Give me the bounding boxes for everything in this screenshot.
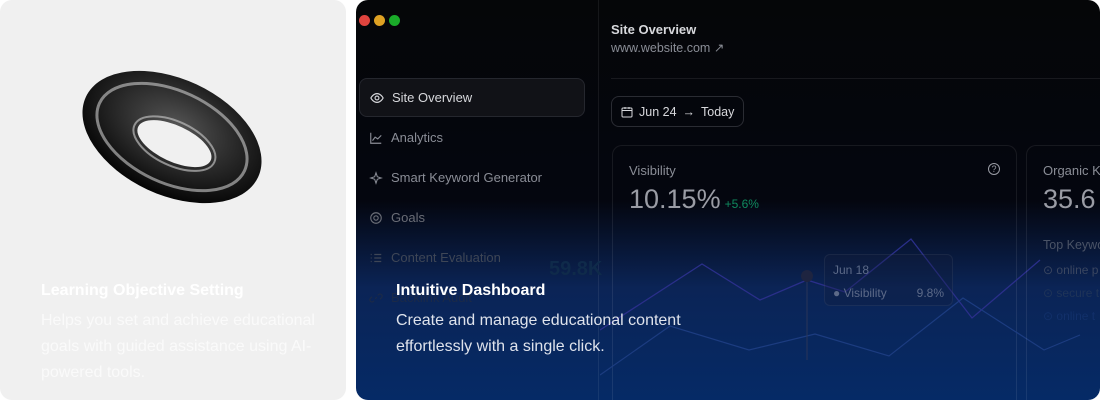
link-icon <box>369 293 383 302</box>
feature-description: Create and manage educational content ef… <box>396 312 681 355</box>
sparkle-icon <box>369 170 383 185</box>
feature-card-learning-objective: Learning Objective Setting Helps you set… <box>0 0 346 400</box>
sidebar-item-label: Analytics <box>391 130 444 145</box>
tooltip-date: Jun 18 <box>833 263 870 277</box>
tooltip-series: ● Visibility <box>833 286 887 300</box>
organic-keywords-card: Organic Keywords 35.6 Top Keywords ⊙ onl… <box>1026 145 1100 400</box>
tooltip-value: 9.8% <box>916 286 944 300</box>
sidebar-item-label: Site Overview <box>392 90 473 105</box>
visibility-label: Visibility <box>629 163 676 178</box>
visibility-delta: +5.6% <box>724 197 759 211</box>
ghost-metric-value: 59.8K <box>549 258 603 280</box>
keyword-item: ⊙ online t <box>1043 309 1096 323</box>
feature-description: Helps you set and achieve educational go… <box>41 312 315 381</box>
date-to: Today <box>701 104 735 119</box>
date-range-picker[interactable]: Jun 24 → Today <box>611 96 744 127</box>
chart-tooltip: Jun 18 ● Visibility 9.8% <box>824 254 953 306</box>
target-icon <box>370 211 382 224</box>
keyword-text: online p <box>1056 263 1099 277</box>
minimize-window-button[interactable] <box>374 15 385 26</box>
organic-label: Organic Keywords <box>1043 163 1100 178</box>
close-window-button[interactable] <box>359 15 370 26</box>
top-keywords-label: Top Keywords <box>1043 238 1100 252</box>
sidebar-item-label: Smart Keyword Generator <box>391 170 543 185</box>
help-icon[interactable]: ? <box>988 163 1000 175</box>
sidebar-item-label: Content Evaluation <box>391 250 501 265</box>
tooltip-series-label: Visibility <box>843 286 887 300</box>
date-from: Jun 24 <box>639 104 677 119</box>
keyword-item: ⊙ secure t <box>1043 286 1100 300</box>
eye-icon <box>370 92 384 103</box>
sidebar-item-smart-keyword-generator[interactable]: Smart Keyword Generator <box>359 158 585 197</box>
feature-title: Intuitive Dashboard <box>396 282 546 299</box>
visibility-value: 10.15% +5.6% <box>629 184 759 215</box>
chart-icon <box>370 132 382 144</box>
hover-point[interactable] <box>801 270 813 282</box>
arrow-up-right-icon: ↗ <box>713 41 725 55</box>
feature-title: Learning Objective Setting <box>41 282 244 299</box>
keyword-text: online t <box>1056 309 1096 323</box>
header-divider <box>611 78 1100 79</box>
site-url-link[interactable]: www.website.com ↗ <box>611 40 724 55</box>
calendar-icon <box>621 106 633 117</box>
list-icon <box>370 253 382 262</box>
sidebar-item-goals[interactable]: Goals <box>359 198 585 237</box>
site-url: www.website.com <box>611 41 711 55</box>
glass-torus-image <box>82 70 262 204</box>
sidebar-item-site-overview[interactable]: Site Overview <box>359 78 585 117</box>
sidebar-item-label: Goals <box>391 210 425 225</box>
page-title: Site Overview <box>611 22 697 37</box>
keyword-item: ⊙ online p <box>1043 263 1099 277</box>
arrow-right-icon: → <box>682 104 696 119</box>
feature-card-dashboard: Site Overview Analytics Smart Keyword Ge… <box>356 0 1100 400</box>
visibility-number: 10.15% <box>629 184 721 214</box>
maximize-window-button[interactable] <box>389 15 400 26</box>
keyword-text: secure t <box>1056 286 1100 300</box>
organic-value: 35.6 <box>1043 184 1096 214</box>
sidebar-item-analytics[interactable]: Analytics <box>359 118 585 157</box>
